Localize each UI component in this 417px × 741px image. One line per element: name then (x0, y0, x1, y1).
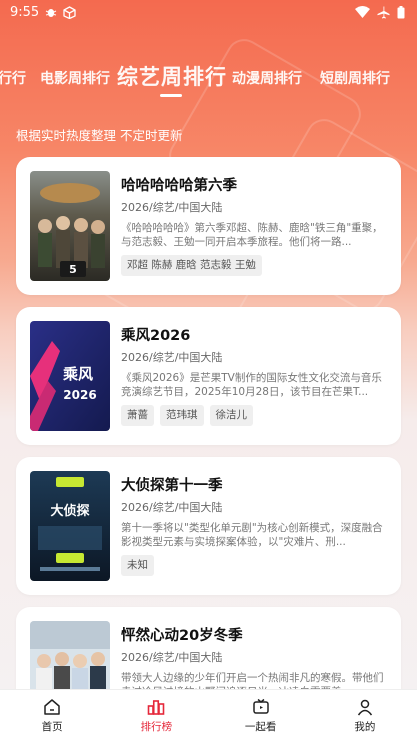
tab-short-drama-weekly[interactable]: 短剧周排行 (320, 68, 390, 88)
poster-number: 5 (69, 263, 77, 276)
tv-icon (252, 698, 269, 714)
nav-ranking[interactable]: 排行榜 (104, 690, 208, 741)
status-bar: 9:55 (0, 0, 417, 24)
active-tab-indicator (160, 94, 182, 97)
item-title: 大侦探第十一季 (121, 478, 223, 494)
person-icon (357, 699, 372, 716)
nav-profile-label: 我的 (354, 721, 376, 733)
ranking-card[interactable]: 大侦探 大侦探第十一季 2026/综艺/中国大陆 第十一季将以"类型化单元剧"为… (16, 457, 401, 595)
nav-home[interactable]: 首页 (0, 690, 104, 741)
poster-title-text: 大侦探 (50, 503, 89, 519)
tab-anime-weekly[interactable]: 动漫周排行 (232, 68, 302, 88)
poster-image: 大侦探 (30, 471, 110, 581)
item-description: 第十一季将以"类型化单元剧"为核心创新模式，深度融合影视类型元素与实境探案体验，… (121, 522, 383, 548)
ranking-card[interactable]: 乘风 2026 乘风2026 2026/综艺/中国大陆 《乘风2026》是芒果T… (16, 307, 401, 445)
item-tag: 邓超 陈赫 鹿晗 范志毅 王勉 (121, 255, 262, 276)
item-meta: 2026/综艺/中国大陆 (121, 501, 223, 514)
ranking-icon (148, 700, 165, 715)
poster-image: 乘风 2026 (30, 321, 110, 431)
nav-watch-together-label: 一起看 (244, 721, 277, 733)
home-icon (44, 699, 60, 715)
wifi-icon (355, 6, 370, 18)
ranking-card[interactable]: 5 哈哈哈哈哈第六季 2026/综艺/中国大陆 《哈哈哈哈哈》第六季邓超、陈赫、… (16, 157, 401, 295)
item-tag: 范玮琪 (160, 405, 204, 426)
poster-title-text: 乘风 (62, 365, 93, 383)
ranking-subtitle: 根据实时热度整理 不定时更新 (16, 128, 183, 143)
tab-variety-weekly[interactable]: 综艺周排行 (117, 61, 227, 91)
nav-home-label: 首页 (41, 721, 63, 733)
nav-ranking-label: 排行榜 (140, 721, 173, 733)
item-description: 《乘风2026》是芒果TV制作的国际女性文化交流与音乐竞演综艺节目，2025年1… (121, 372, 382, 398)
tab-movie-weekly[interactable]: 电影周排行 (40, 68, 110, 88)
item-meta: 2026/综艺/中国大陆 (121, 201, 223, 214)
nav-profile[interactable]: 我的 (313, 690, 417, 741)
item-tag: 徐洁儿 (209, 405, 253, 426)
item-title: 乘风2026 (121, 328, 191, 344)
item-tag: 萧蔷 (121, 405, 154, 426)
tab-partial[interactable]: 行行 (0, 68, 26, 88)
box-icon (63, 5, 76, 19)
bottom-navigation: 首页 排行榜 一起看 我的 (0, 689, 417, 741)
item-description: 《哈哈哈哈哈》第六季邓超、陈赫、鹿晗"铁三角"重聚，与范志毅、王勉一同开启本季旅… (121, 222, 383, 248)
item-title: 怦然心动20岁冬季 (121, 628, 243, 644)
item-meta: 2026/综艺/中国大陆 (121, 651, 223, 664)
category-tabs: 行行 电影周排行 综艺周排行 动漫周排行 短剧周排行 (0, 60, 417, 100)
status-time: 9:55 (10, 4, 40, 20)
airplane-icon (377, 6, 390, 18)
item-tag: 未知 (121, 555, 154, 576)
poster-year-text: 2026 (63, 388, 96, 402)
battery-icon (397, 5, 405, 18)
nav-watch-together[interactable]: 一起看 (209, 690, 313, 741)
poster-image: 5 (30, 171, 110, 281)
item-meta: 2026/综艺/中国大陆 (121, 351, 223, 364)
item-title: 哈哈哈哈哈第六季 (121, 178, 237, 194)
bug-icon (45, 9, 57, 17)
